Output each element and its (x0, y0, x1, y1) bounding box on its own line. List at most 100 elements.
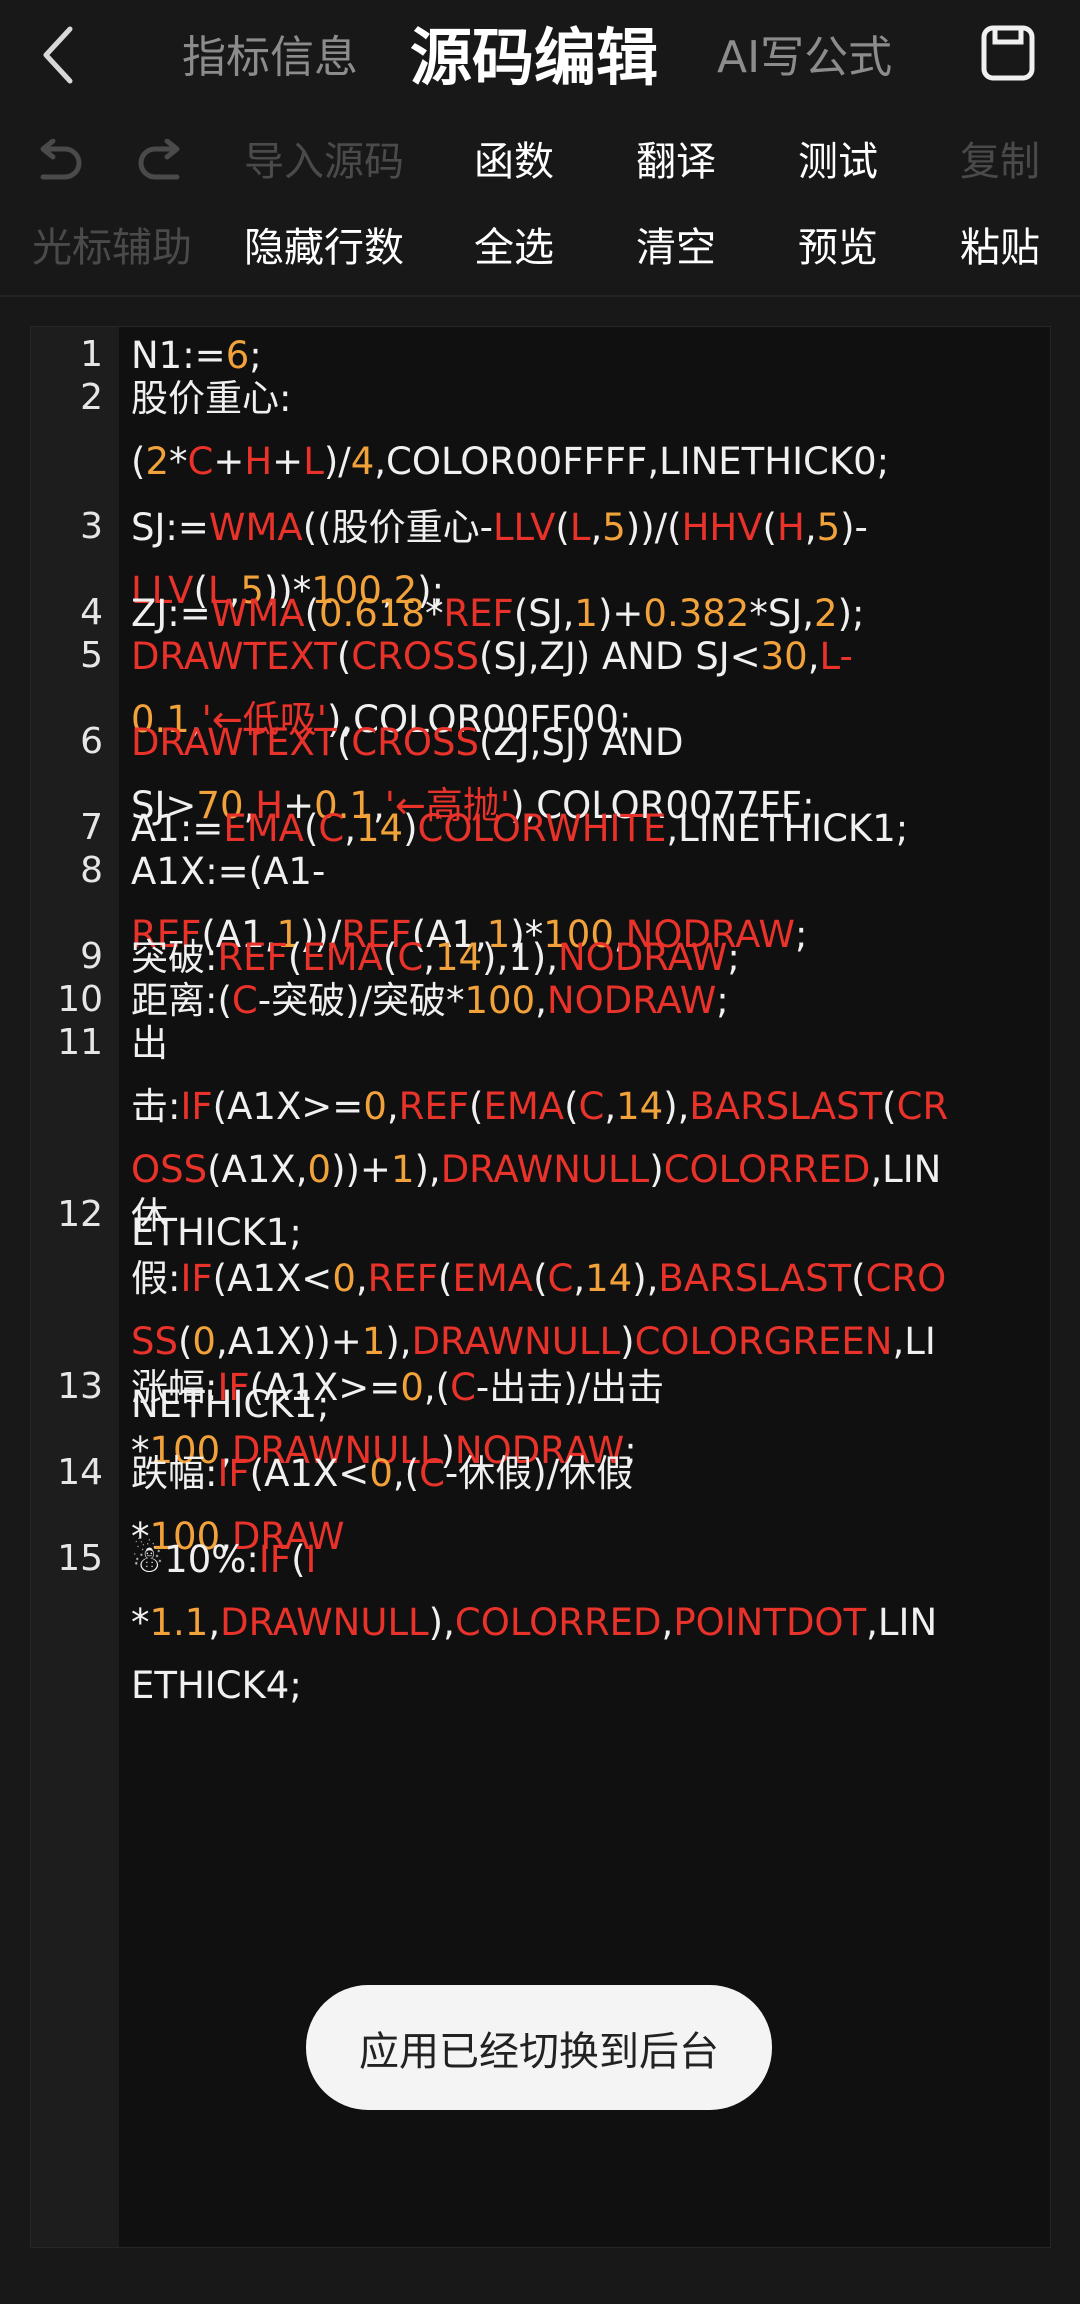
line-number: 6 (80, 721, 103, 762)
keyword-token: C (187, 440, 214, 483)
keyword-token: DRAWTEXT (131, 635, 337, 678)
text-token: -出击)/出击 (475, 1366, 665, 1409)
text-token: ( (762, 506, 777, 549)
text-token: ( (438, 1257, 453, 1300)
text-token: ETHICK4; (131, 1664, 302, 1707)
keyword-token: LLV (492, 506, 556, 549)
line-number: 2 (80, 377, 103, 418)
text-token: 假: (131, 1257, 181, 1300)
text-token: * (168, 440, 188, 483)
text-token: 击: (131, 1085, 181, 1128)
tab-source-edit[interactable]: 源码编辑 (410, 0, 658, 115)
number-token: 14 (585, 1257, 633, 1300)
text-token: + (272, 440, 304, 483)
text-token: (A1X< (212, 1257, 333, 1300)
clear-button[interactable]: 清空 (630, 208, 722, 288)
select-all-button[interactable]: 全选 (468, 208, 560, 288)
code-text: DRAWTEXT(CROSS(SJ,ZJ) AND SJ<30,L- (131, 625, 991, 688)
text-token: ( (336, 721, 352, 764)
line-number: 10 (57, 979, 103, 1020)
tab-ai-formula[interactable]: AI写公式 (717, 0, 892, 115)
functions-button[interactable]: 函数 (468, 122, 560, 202)
redo-icon (138, 139, 180, 180)
keyword-token: L (569, 506, 591, 549)
line-number: 14 (57, 1452, 103, 1493)
cursor-assist-button[interactable]: 光标辅助 (26, 208, 198, 288)
keyword-token: L (303, 440, 324, 483)
text-token: ( (131, 440, 146, 483)
line-number: 13 (57, 1366, 103, 1407)
translate-button[interactable]: 翻译 (630, 122, 722, 202)
number-token: 2 (145, 440, 169, 483)
keyword-token: POINTDOT (673, 1601, 867, 1644)
text-token: -休假)/休假 (444, 1452, 634, 1495)
text-token: ( (851, 1257, 866, 1300)
code-text: (2*C+H+L)/4,COLOR00FFFF,LINETHICK0; (131, 430, 991, 493)
code-text: 股价重心: (131, 367, 991, 430)
keyword-token: H (244, 440, 273, 483)
keyword-token: CROSS (351, 635, 479, 678)
keyword-token: H (776, 506, 805, 549)
text-token: ( (882, 1085, 897, 1128)
number-token: 5 (816, 506, 841, 549)
line-number: 15 (57, 1538, 103, 1579)
tab-indicator-info[interactable]: 指标信息 (182, 0, 358, 115)
keyword-token: I (305, 1538, 317, 1581)
undo-button[interactable] (22, 122, 92, 202)
number-token: 0 (400, 1366, 424, 1409)
toolbar-divider (0, 295, 1080, 297)
text-token: , (661, 1601, 674, 1644)
text-token: ( (291, 1538, 306, 1581)
keyword-token: L- (819, 635, 853, 678)
paste-button[interactable]: 粘贴 (954, 208, 1046, 288)
text-token: + (213, 440, 245, 483)
keyword-token: HHV (681, 506, 763, 549)
toast-message: 应用已经切换到后台 (306, 1985, 772, 2110)
redo-button[interactable] (128, 122, 198, 202)
text-token: ,LIN (866, 1601, 938, 1644)
back-button[interactable] (28, 20, 88, 90)
chevron-left-icon (43, 26, 73, 84)
code-text: SJ:=WMA((股价重心-LLV(L,5))/(HHV(H,5)- (131, 496, 991, 559)
keyword-token: COLORRED (454, 1601, 662, 1644)
text-token: , (573, 1257, 586, 1300)
line-number: 3 (80, 506, 103, 547)
text-token: ( (564, 1085, 579, 1128)
test-button[interactable]: 测试 (792, 122, 884, 202)
keyword-token: DRAWTEXT (131, 721, 337, 764)
number-token: 0 (363, 1085, 387, 1128)
code-text: *1.1,DRAWNULL),COLORRED,POINTDOT,LIN (131, 1591, 991, 1654)
number-token: 14 (616, 1085, 664, 1128)
text-token: , (386, 1085, 399, 1128)
code-text: 假:IF(A1X<0,REF(EMA(C,14),BARSLAST(CRO (131, 1247, 991, 1310)
text-token: , (604, 1085, 617, 1128)
save-button[interactable] (978, 22, 1038, 84)
save-icon (981, 25, 1035, 81)
line-number: 11 (57, 1022, 103, 1063)
text-token: 跌幅: (131, 1452, 218, 1495)
code-text: ☃10%:IF(I (131, 1528, 991, 1591)
copy-button[interactable]: 复制 (954, 122, 1046, 202)
line-number: 9 (80, 936, 103, 977)
line-number: 4 (80, 592, 103, 633)
keyword-token: BARSLAST (658, 1257, 852, 1300)
text-token: ( (533, 1257, 548, 1300)
line-number: 5 (80, 635, 103, 676)
text-token: (A1X< (249, 1452, 370, 1495)
code-text: ETHICK4; (131, 1654, 991, 1717)
text-token: ,( (392, 1452, 420, 1495)
keyword-token: C (547, 1257, 574, 1300)
import-source-button[interactable]: 导入源码 (238, 122, 410, 202)
preview-button[interactable]: 预览 (792, 208, 884, 288)
code-text: A1X:=(A1- (131, 840, 991, 903)
line-number: 12 (57, 1194, 103, 1235)
text-token: , (355, 1257, 368, 1300)
text-token: ,( (423, 1366, 451, 1409)
text-token: )/ (323, 440, 351, 483)
code-editor[interactable]: 1 N1:=6; 2 股价重心: (2*C+H+L)/4,COLOR00FFFF,LIN… (30, 326, 1051, 2248)
keyword-token: IF (217, 1366, 250, 1409)
hide-line-numbers-button[interactable]: 隐藏行数 (238, 208, 410, 288)
text-token: ( (555, 506, 570, 549)
text-token: , (590, 506, 603, 549)
keyword-token: IF (180, 1085, 213, 1128)
